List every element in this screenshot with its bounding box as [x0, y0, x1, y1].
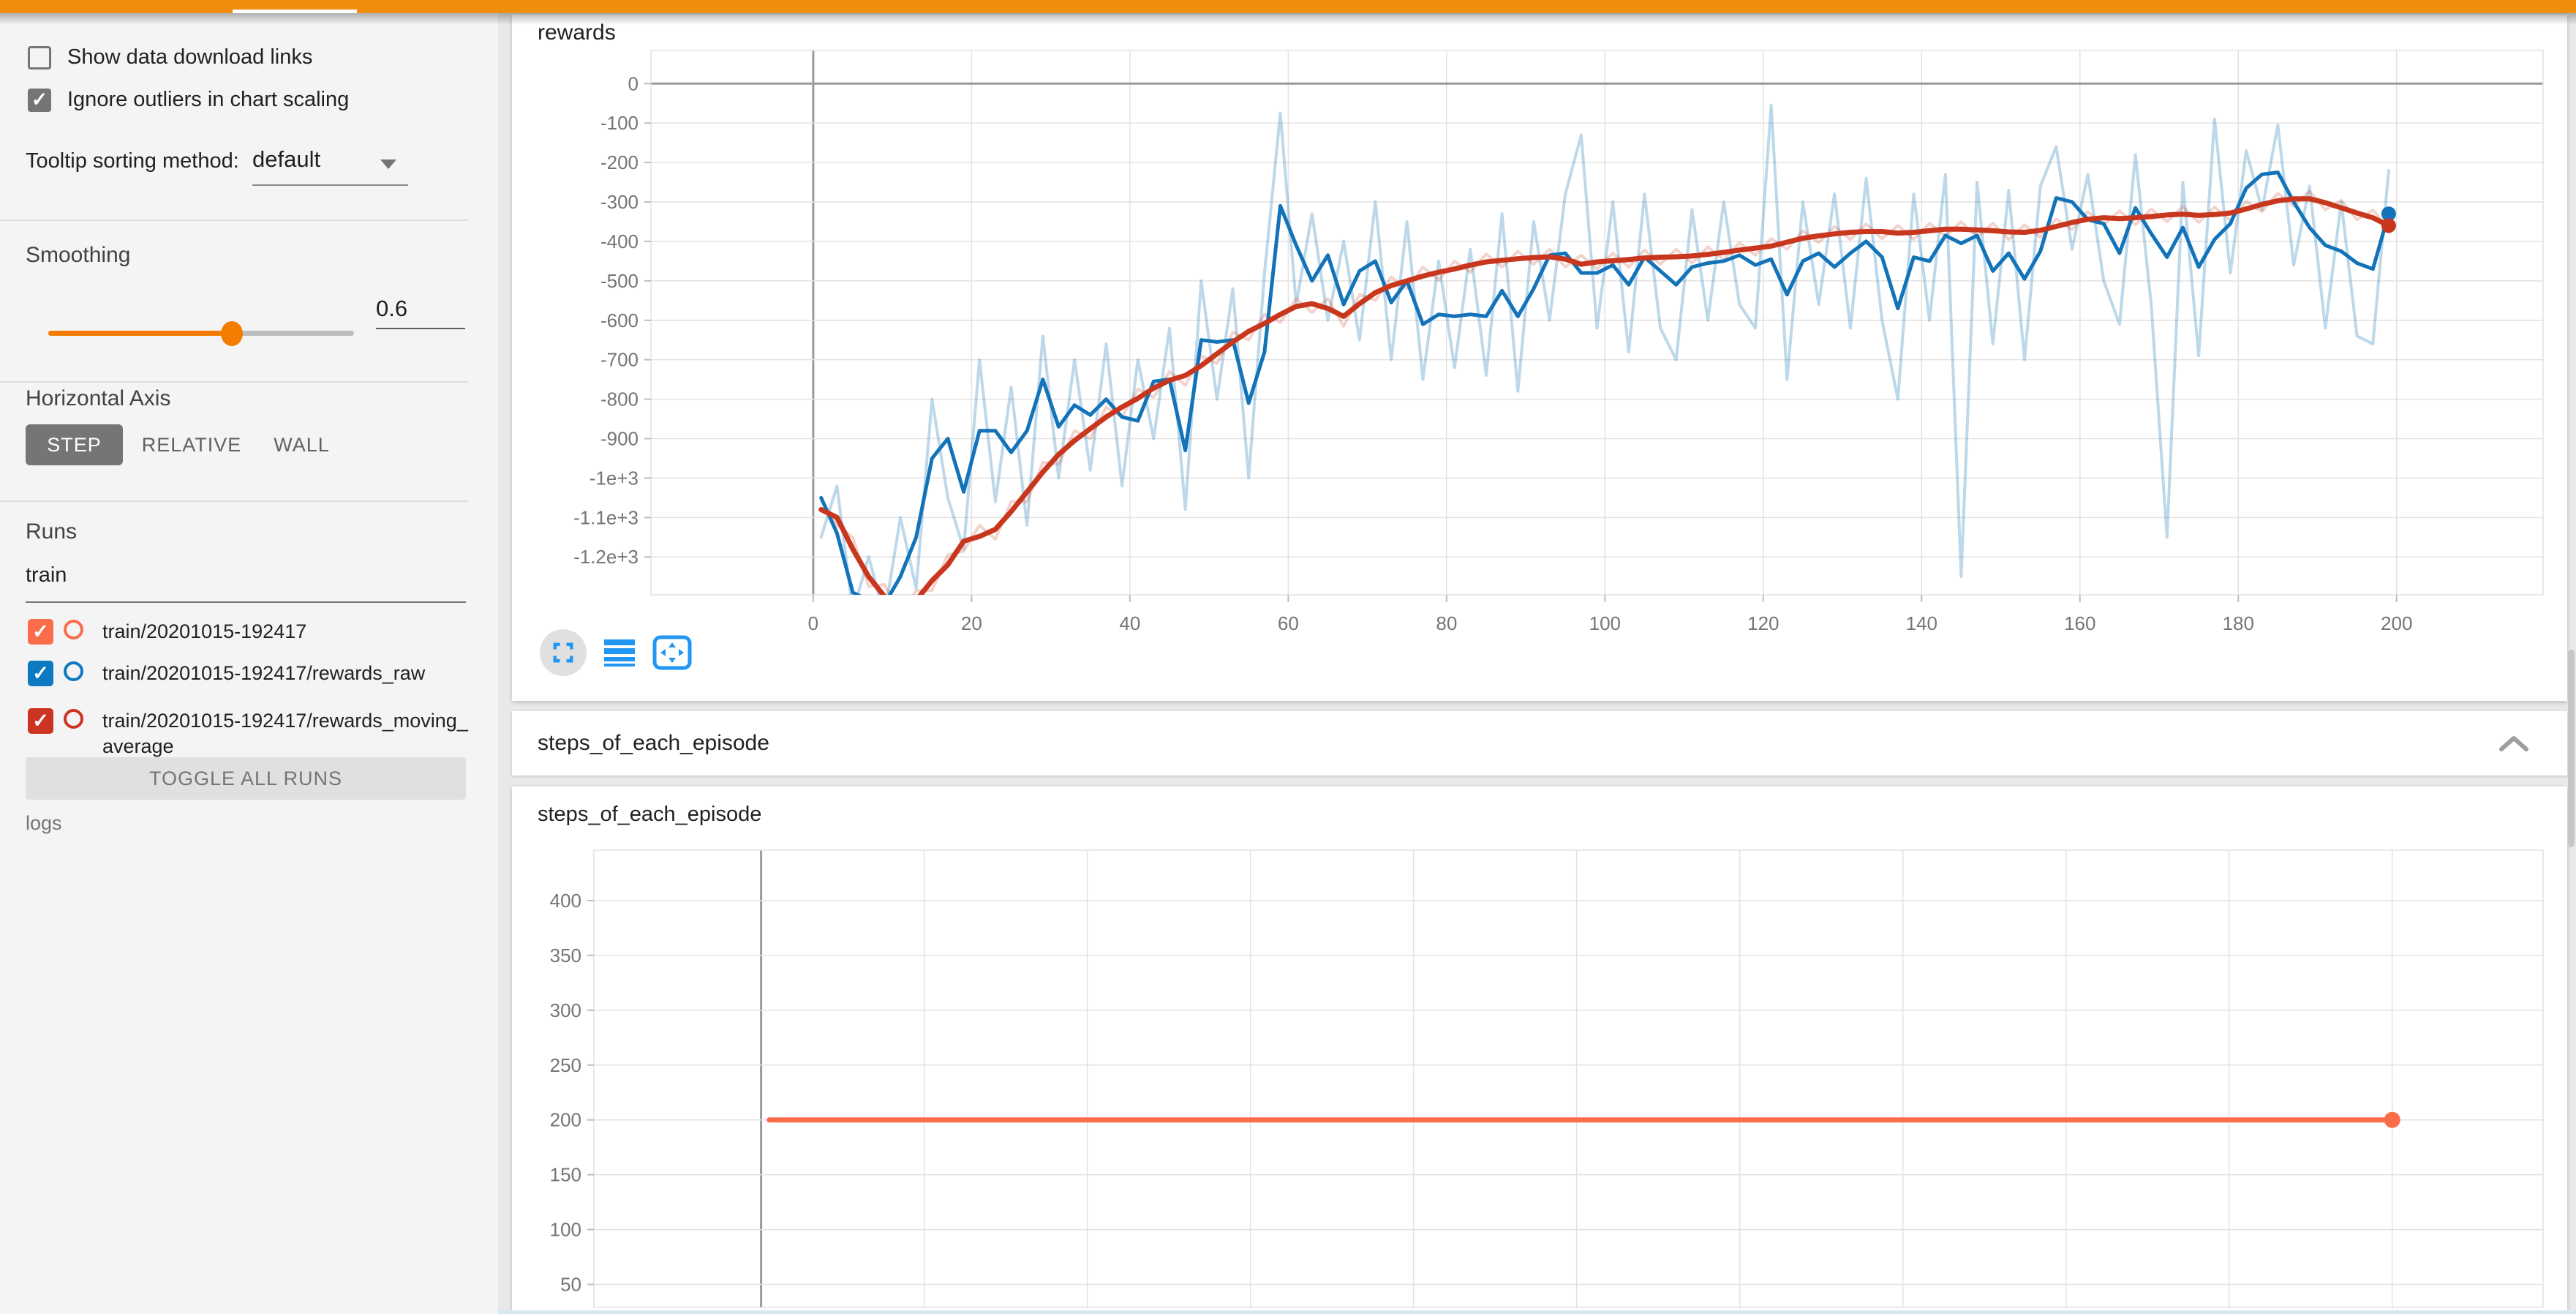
check-icon: ✓: [32, 664, 49, 683]
svg-text:150: 150: [550, 1164, 581, 1186]
svg-text:-900: -900: [600, 428, 639, 450]
svg-text:40: 40: [1119, 612, 1140, 634]
run-row[interactable]: ✓ train/20201015-192417: [28, 619, 477, 645]
slider-handle[interactable]: [221, 321, 243, 346]
svg-text:-100: -100: [600, 112, 639, 134]
logs-label: logs: [26, 812, 62, 835]
slider-fill: [48, 331, 232, 336]
rewards-card: rewards 0204060801001201401601802000-100…: [512, 15, 2567, 701]
run-radio-2[interactable]: [64, 709, 83, 729]
check-icon: ✓: [32, 711, 49, 731]
svg-text:80: 80: [1436, 612, 1457, 634]
svg-text:-400: -400: [600, 230, 639, 252]
run-checkbox-2[interactable]: ✓: [28, 708, 53, 734]
rewards-chart[interactable]: 0 20 40 60 80 100 120 140 160 180 200 0 -100 -200 -300…: [512, 15, 2567, 701]
runs-selector-button[interactable]: [603, 637, 636, 668]
svg-text:-1.1e+3: -1.1e+3: [573, 506, 639, 528]
show-download-links-row[interactable]: Show data download links: [28, 45, 312, 70]
svg-text:250: 250: [550, 1054, 581, 1076]
run-label: train/20201015-192417: [102, 619, 477, 645]
divider: [0, 500, 468, 502]
tooltip-sort-select[interactable]: default: [252, 146, 320, 173]
runs-label: Runs: [26, 519, 77, 544]
run-label: train/20201015-192417/rewards_raw: [102, 661, 477, 686]
smoothing-value-input[interactable]: [376, 296, 465, 329]
show-download-links-checkbox[interactable]: [28, 46, 51, 70]
svg-text:300: 300: [550, 999, 581, 1021]
check-icon: ✓: [31, 90, 48, 110]
section-header-steps[interactable]: steps_of_each_episode: [512, 711, 2567, 776]
fullscreen-icon: [550, 639, 576, 666]
toggle-all-runs-button[interactable]: TOGGLE ALL RUNS: [26, 757, 466, 800]
svg-text:120: 120: [1747, 612, 1779, 634]
divider: [0, 219, 468, 221]
svg-text:200: 200: [550, 1109, 581, 1131]
run-label: train/20201015-192417/rewards_moving_ave…: [102, 708, 477, 759]
runs-filter-underline: [26, 601, 466, 603]
chevron-up-icon: [2497, 733, 2531, 754]
run-radio-1[interactable]: [64, 661, 83, 681]
svg-text:-1e+3: -1e+3: [590, 467, 639, 489]
active-tab-indicator: [233, 10, 357, 13]
svg-text:100: 100: [1589, 612, 1621, 634]
steps-card: steps_of_each_episode 400350300250200150…: [512, 786, 2567, 1314]
svg-text:-300: -300: [600, 191, 639, 213]
axis-button-wall[interactable]: WALL: [263, 424, 340, 465]
tooltip-sort-label: Tooltip sorting method:: [26, 149, 239, 173]
svg-text:-700: -700: [600, 349, 639, 371]
run-row[interactable]: ✓ train/20201015-192417/rewards_raw: [28, 661, 477, 686]
chart-toolbar: [540, 628, 692, 677]
checkbox-label: Show data download links: [67, 45, 312, 70]
divider: [0, 381, 468, 383]
runs-filter-input[interactable]: [26, 563, 464, 587]
tooltip-sort-underline: [252, 184, 408, 186]
svg-text:20: 20: [961, 612, 982, 634]
svg-text:140: 140: [1906, 612, 1937, 634]
ignore-outliers-row[interactable]: ✓ Ignore outliers in chart scaling: [28, 88, 349, 112]
svg-text:-1.2e+3: -1.2e+3: [573, 546, 639, 568]
run-radio-0[interactable]: [64, 620, 83, 639]
collapse-section-button[interactable]: [2497, 733, 2531, 757]
svg-text:160: 160: [2064, 612, 2095, 634]
svg-text:100: 100: [550, 1219, 581, 1241]
svg-text:50: 50: [560, 1274, 581, 1296]
sidebar: Show data download links ✓ Ignore outlie…: [0, 13, 498, 1314]
section-title: steps_of_each_episode: [538, 711, 769, 776]
svg-text:180: 180: [2223, 612, 2254, 634]
svg-text:400: 400: [550, 890, 581, 912]
axis-button-relative[interactable]: RELATIVE: [140, 424, 243, 465]
scrollbar-thumb[interactable]: [2568, 650, 2575, 847]
svg-text:350: 350: [550, 945, 581, 966]
chevron-down-icon[interactable]: [380, 159, 396, 169]
run-checkbox-1[interactable]: ✓: [28, 661, 53, 686]
steps-chart[interactable]: 400 350 300 250 200 150 100 50: [512, 786, 2567, 1314]
svg-text:60: 60: [1278, 612, 1299, 634]
run-checkbox-0[interactable]: ✓: [28, 619, 53, 645]
main-content: rewards 0204060801001201401601802000-100…: [498, 13, 2576, 1314]
run-row[interactable]: ✓ train/20201015-192417/rewards_moving_a…: [28, 708, 477, 759]
svg-text:0: 0: [808, 612, 818, 634]
data-table-icon: [603, 637, 636, 668]
check-icon: ✓: [32, 622, 49, 642]
svg-text:200: 200: [2381, 612, 2412, 634]
checkbox-label: Ignore outliers in chart scaling: [67, 88, 349, 112]
ignore-outliers-checkbox[interactable]: ✓: [28, 89, 51, 112]
expand-chart-button[interactable]: [540, 629, 587, 676]
top-bar: [0, 0, 2576, 13]
svg-text:-800: -800: [600, 388, 639, 410]
svg-text:-500: -500: [600, 270, 639, 292]
smoothing-label: Smoothing: [26, 243, 130, 268]
fit-to-data-icon: [652, 635, 692, 670]
smoothing-slider[interactable]: [48, 331, 354, 336]
svg-text:-200: -200: [600, 151, 639, 173]
svg-text:0: 0: [628, 72, 639, 94]
svg-text:-600: -600: [600, 309, 639, 331]
horizontal-axis-label: Horizontal Axis: [26, 386, 170, 411]
fit-domain-button[interactable]: [652, 635, 692, 670]
axis-button-step[interactable]: STEP: [26, 424, 123, 465]
